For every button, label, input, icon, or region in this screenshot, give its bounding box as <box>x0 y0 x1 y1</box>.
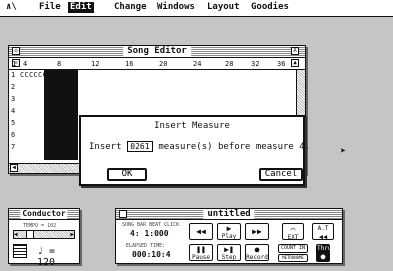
rewind-button[interactable]: ◀◀ <box>189 223 213 240</box>
step-label: Step <box>221 254 237 261</box>
ruler-tick: 1 <box>12 60 17 68</box>
step-button[interactable]: ▶❚ Step <box>217 244 241 261</box>
auto-rewind-arrows-icon: ◀◀ <box>318 233 328 241</box>
ok-button[interactable]: OK <box>107 168 147 181</box>
ruler-tick: 8 <box>57 60 62 68</box>
conductor-title: Conductor <box>20 209 68 219</box>
measure-ruler: ≡ ▲ <box>9 58 305 70</box>
ruler-tick: 36 <box>277 60 286 68</box>
record-label: Record <box>246 254 268 261</box>
auto-rewind-button[interactable]: A.T ◀◀ <box>312 223 334 241</box>
tempo-decrease-icon[interactable]: ◀ <box>14 231 18 238</box>
menu-windows[interactable]: Windows <box>155 2 197 13</box>
track-number: 5 <box>11 119 16 127</box>
tempo-slider[interactable]: ◀ ▶ <box>13 230 75 239</box>
apple-menu-icon[interactable]: ∧\ <box>4 2 19 13</box>
tempo-display: ♩ = 120 <box>37 246 56 268</box>
pause-icon: ❚❚ <box>196 245 206 254</box>
menu-bar: ∧\ File Edit Change Windows Layout Goodi… <box>0 0 393 17</box>
mouse-cursor-icon: ➤ <box>340 146 347 157</box>
menu-change[interactable]: Change <box>112 2 149 13</box>
step-icon: ▶❚ <box>224 245 234 254</box>
ruler-tick: 20 <box>159 60 168 68</box>
close-box-icon[interactable] <box>119 210 127 218</box>
measure-count-input[interactable] <box>126 141 153 152</box>
count-in-button[interactable]: COUNT IN <box>278 244 308 253</box>
dialog-text-before: Insert <box>89 142 122 152</box>
rewind-icon: ◀◀ <box>196 227 206 236</box>
transport-window: untitled SONG BAR BEAT CLICK 4: 1:000 EL… <box>115 208 343 264</box>
cancel-button[interactable]: Cancel <box>259 168 303 181</box>
record-icon: ● <box>254 245 260 254</box>
conductor-titlebar[interactable]: Conductor <box>9 209 79 220</box>
menu-goodies[interactable]: Goodies <box>249 2 291 13</box>
ruler-tick: 12 <box>91 60 100 68</box>
auto-rewind-icon: A.T <box>317 225 329 232</box>
song-editor-title: Song Editor <box>123 46 191 57</box>
menu-file[interactable]: File <box>37 2 63 13</box>
track-1-data[interactable]: CCCCCCCCCCCCC <box>20 71 79 79</box>
transport-titlebar[interactable]: untitled <box>116 209 342 220</box>
thru-button[interactable]: Thru ● <box>316 244 332 262</box>
track-number: 3 <box>11 95 16 103</box>
scroll-up-icon[interactable]: ▲ <box>291 59 299 67</box>
insert-measure-dialog: Insert Measure Insert measure(s) before … <box>79 115 310 186</box>
dialog-message: Insert measure(s) before measure 4. <box>89 141 310 152</box>
ext-sync-icon: ⌒ <box>290 225 296 234</box>
play-button[interactable]: ▶ Play <box>217 223 241 240</box>
ruler-tick: 24 <box>193 60 202 68</box>
ruler-tick: 16 <box>125 60 134 68</box>
zoom-box-icon[interactable]: X <box>291 47 299 55</box>
track-number: 4 <box>11 107 16 115</box>
position-counter: 4: 1:000 <box>130 229 169 238</box>
elapsed-time: 000:10:4 <box>132 250 171 259</box>
track-number: 6 <box>11 131 16 139</box>
ext-sync-button[interactable]: ⌒ EXT <box>282 223 304 241</box>
tempo-increase-icon[interactable]: ▶ <box>70 231 74 238</box>
tempo-slider-thumb[interactable] <box>26 231 34 238</box>
tempo-label: TEMPO = 102 <box>23 223 57 229</box>
song-editor-titlebar[interactable]: ◇ Song Editor X <box>9 46 305 58</box>
ruler-tick: 32 <box>251 60 260 68</box>
pause-button[interactable]: ❚❚ Pause <box>189 244 213 261</box>
play-label: Play <box>221 233 237 240</box>
thru-icon: ● <box>320 252 326 261</box>
track-number: 1 <box>11 71 16 79</box>
ruler-tick: 4 <box>23 60 28 68</box>
elapsed-label: ELAPSED TIME: <box>126 243 166 249</box>
record-button[interactable]: ● Record <box>245 244 269 261</box>
thru-label: Thru <box>317 245 332 252</box>
fast-forward-icon: ▶▶ <box>252 227 262 236</box>
track-number: 2 <box>11 83 16 91</box>
fast-forward-button[interactable]: ▶▶ <box>245 223 269 240</box>
ext-label: EXT <box>287 234 299 241</box>
transport-title: untitled <box>203 209 255 219</box>
close-box-icon[interactable]: ◇ <box>12 47 20 55</box>
play-icon: ▶ <box>226 224 232 233</box>
tempo-map-icon[interactable] <box>13 244 27 258</box>
track-number: 7 <box>11 143 16 151</box>
position-label: SONG BAR BEAT CLICK <box>122 222 180 228</box>
dialog-text-after: measure(s) before measure 4. <box>158 142 311 152</box>
menu-edit[interactable]: Edit <box>68 2 94 13</box>
dialog-title: Insert Measure <box>154 121 230 131</box>
scroll-left-icon[interactable]: ◀ <box>10 164 18 172</box>
pause-label: Pause <box>191 254 211 261</box>
metronome-button[interactable]: METRONOME <box>278 254 308 262</box>
menu-layout[interactable]: Layout <box>205 2 242 13</box>
conductor-window: Conductor TEMPO = 102 ◀ ▶ ♩ = 120 <box>8 208 80 268</box>
ruler-tick: 28 <box>225 60 234 68</box>
